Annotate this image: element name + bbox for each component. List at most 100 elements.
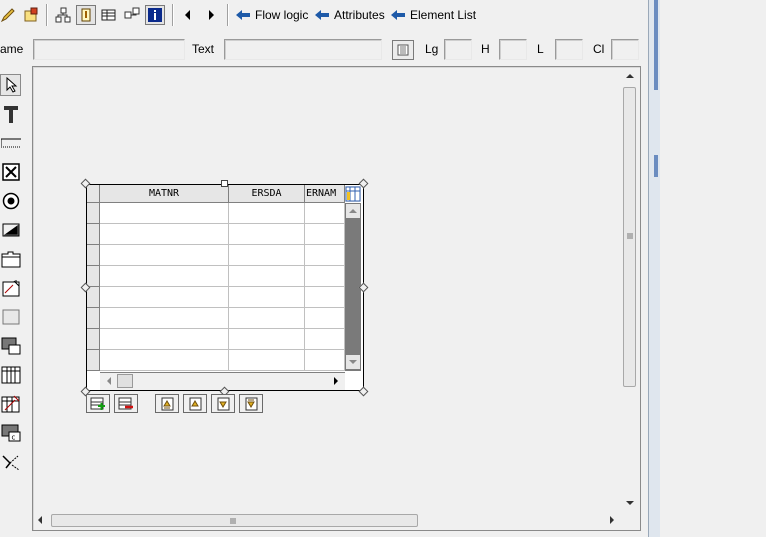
resize-handle[interactable]	[221, 180, 228, 187]
scroll-left-icon[interactable]	[102, 374, 116, 388]
layout-icon[interactable]	[21, 5, 41, 25]
table-cell[interactable]	[229, 287, 305, 308]
first-page-icon	[161, 397, 174, 410]
table-cell[interactable]	[305, 203, 345, 224]
info-field-icon[interactable]	[76, 5, 96, 25]
scroll-down-icon[interactable]	[346, 355, 360, 369]
next-arrow-icon[interactable]	[201, 5, 221, 25]
table-cell[interactable]	[305, 329, 345, 350]
scroll-right-icon[interactable]	[609, 516, 615, 524]
next-page-icon	[217, 397, 230, 410]
row-selector[interactable]	[87, 287, 100, 308]
text-list-button[interactable]	[392, 40, 414, 60]
row-selector[interactable]	[87, 350, 100, 371]
column-header-ersda[interactable]: ERSDA	[229, 185, 305, 203]
element-list-label: Element List	[410, 8, 477, 22]
hierarchy-icon[interactable]	[53, 5, 73, 25]
info-icon[interactable]	[145, 5, 165, 25]
next-page-button[interactable]	[211, 394, 235, 413]
custom-control-icon[interactable]: c	[0, 422, 21, 444]
previous-arrow-icon[interactable]	[178, 5, 198, 25]
scroll-left-icon[interactable]	[37, 516, 43, 524]
table-cell[interactable]	[229, 308, 305, 329]
table-control-wizard-icon[interactable]	[0, 393, 21, 415]
table-cell[interactable]	[100, 287, 229, 308]
table-cell[interactable]	[229, 203, 305, 224]
status-icon[interactable]	[0, 451, 21, 473]
attributes-label: Attributes	[334, 8, 385, 22]
table-cell[interactable]	[100, 245, 229, 266]
window-edge-highlight	[654, 0, 658, 90]
row-selector[interactable]	[87, 308, 100, 329]
row-selector[interactable]	[87, 329, 100, 350]
table-cell[interactable]	[229, 329, 305, 350]
scroll-down-icon[interactable]	[626, 500, 634, 506]
element-list-button[interactable]: Element List	[390, 6, 476, 24]
move-icon[interactable]	[122, 5, 142, 25]
table-cell[interactable]	[100, 350, 229, 371]
grip-icon	[627, 233, 633, 239]
table-cell[interactable]	[229, 350, 305, 371]
table-cell[interactable]	[305, 245, 345, 266]
flow-logic-label: Flow logic	[255, 8, 309, 22]
tabstrip-wizard-icon[interactable]	[0, 277, 21, 299]
canvas-horizontal-thumb[interactable]	[51, 514, 418, 527]
cl-label: Cl	[593, 42, 605, 56]
row-selector[interactable]	[87, 224, 100, 245]
tabstrip-icon[interactable]	[0, 248, 21, 270]
table-cell[interactable]	[305, 308, 345, 329]
h-field[interactable]	[499, 39, 527, 60]
row-selector[interactable]	[87, 245, 100, 266]
checkbox-icon[interactable]	[0, 161, 21, 183]
pushbutton-icon[interactable]	[0, 219, 21, 241]
lg-field[interactable]	[444, 39, 472, 60]
table-corner	[87, 185, 100, 203]
pencil-icon[interactable]	[0, 5, 18, 25]
h-label: H	[481, 42, 490, 56]
table-cell[interactable]	[100, 266, 229, 287]
table-cell[interactable]	[305, 350, 345, 371]
radio-button-icon[interactable]	[0, 190, 21, 212]
scroll-up-icon[interactable]	[346, 204, 360, 218]
cl-field[interactable]	[611, 39, 639, 60]
table-cell[interactable]	[100, 329, 229, 350]
box-icon[interactable]	[0, 306, 21, 328]
table-cell[interactable]	[229, 266, 305, 287]
table-cell[interactable]	[100, 203, 229, 224]
text-element-icon[interactable]	[0, 103, 21, 125]
table-icon[interactable]	[99, 5, 119, 25]
flow-logic-button[interactable]: Flow logic	[235, 6, 308, 24]
insert-row-button[interactable]	[86, 394, 110, 413]
input-field-icon[interactable]	[0, 132, 21, 154]
row-selector[interactable]	[87, 203, 100, 224]
text-field[interactable]	[224, 39, 382, 60]
pointer-icon[interactable]	[0, 74, 21, 96]
row-selector[interactable]	[87, 266, 100, 287]
table-cell[interactable]	[229, 224, 305, 245]
attributes-button[interactable]: Attributes	[314, 6, 385, 24]
last-page-icon	[245, 397, 258, 410]
column-settings-icon[interactable]	[345, 186, 361, 202]
table-control[interactable]: MATNR ERSDA ERNAM	[86, 184, 364, 391]
table-cell[interactable]	[100, 308, 229, 329]
table-cell[interactable]	[229, 245, 305, 266]
delete-row-button[interactable]	[114, 394, 138, 413]
previous-page-icon	[189, 397, 202, 410]
name-field[interactable]	[33, 39, 185, 60]
scroll-up-icon[interactable]	[626, 73, 634, 79]
table-control-icon[interactable]	[0, 364, 21, 386]
column-header-ernam[interactable]: ERNAM	[305, 185, 345, 203]
previous-page-button[interactable]	[183, 394, 207, 413]
l-field[interactable]	[555, 39, 583, 60]
table-cell[interactable]	[305, 287, 345, 308]
scroll-right-icon[interactable]	[329, 374, 343, 388]
scroll-thumb[interactable]	[117, 374, 133, 388]
table-cell[interactable]	[305, 224, 345, 245]
first-page-button[interactable]	[155, 394, 179, 413]
column-header-matnr[interactable]: MATNR	[100, 185, 229, 203]
table-cell[interactable]	[305, 266, 345, 287]
canvas-vertical-thumb[interactable]	[623, 87, 636, 387]
table-cell[interactable]	[100, 224, 229, 245]
last-page-button[interactable]	[239, 394, 263, 413]
subscreen-icon[interactable]	[0, 335, 21, 357]
